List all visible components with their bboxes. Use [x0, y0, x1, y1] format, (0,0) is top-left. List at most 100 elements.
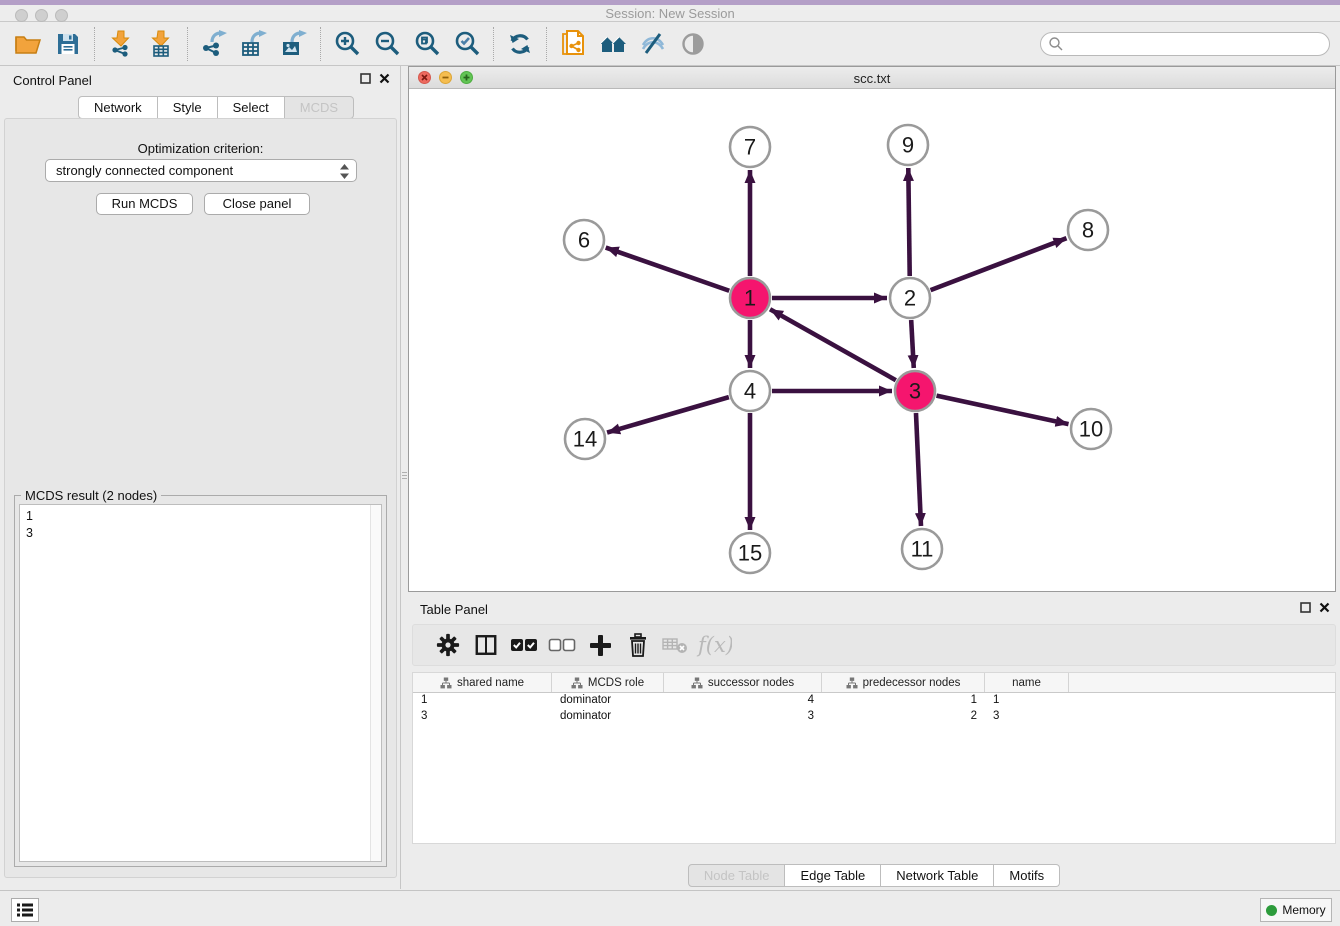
table-header-row: shared nameMCDS rolesuccessor nodesprede…: [413, 673, 1335, 693]
function-icon[interactable]: f(x): [695, 628, 733, 662]
table-cell[interactable]: 1: [985, 693, 1069, 709]
tab-mcds[interactable]: MCDS: [285, 96, 354, 119]
table-cell[interactable]: 3: [664, 709, 822, 725]
export-table-icon[interactable]: [234, 26, 274, 62]
column-header-successor-nodes[interactable]: successor nodes: [664, 673, 822, 692]
tab-select[interactable]: Select: [218, 96, 285, 119]
graph-edge-3-10[interactable]: [937, 396, 1069, 425]
memory-button[interactable]: Memory: [1260, 898, 1332, 922]
zoom-in-icon[interactable]: [327, 26, 367, 62]
float-panel-icon[interactable]: [1300, 602, 1311, 613]
control-panel-title: Control Panel: [13, 73, 92, 88]
table-cell[interactable]: 2: [822, 709, 985, 725]
graph-edge-2-9[interactable]: [908, 168, 909, 276]
toolbar-separator: [94, 27, 95, 61]
table-cell[interactable]: dominator: [552, 693, 664, 709]
graph-node-8[interactable]: 8: [1068, 210, 1108, 250]
trash-icon[interactable]: [619, 628, 657, 662]
graph-node-3[interactable]: 3: [895, 371, 935, 411]
graph-node-2[interactable]: 2: [890, 278, 930, 318]
toolbar-separator: [187, 27, 188, 61]
table-cell[interactable]: dominator: [552, 709, 664, 725]
graph-node-10[interactable]: 10: [1071, 409, 1111, 449]
float-panel-icon[interactable]: [360, 73, 371, 84]
tab-network-table[interactable]: Network Table: [881, 864, 994, 887]
close-panel-button[interactable]: Close panel: [204, 193, 310, 215]
task-list-button[interactable]: [11, 898, 39, 922]
splitter-handle[interactable]: [401, 462, 408, 488]
table-cell[interactable]: 3: [985, 709, 1069, 725]
deselect-all-icon[interactable]: [543, 628, 581, 662]
graph-node-1[interactable]: 1: [730, 278, 770, 318]
save-icon[interactable]: [48, 26, 88, 62]
table-row[interactable]: 3dominator323: [413, 709, 1335, 725]
tab-edge-table[interactable]: Edge Table: [785, 864, 881, 887]
export-network-icon[interactable]: [194, 26, 234, 62]
run-mcds-button[interactable]: Run MCDS: [96, 193, 193, 215]
toolbar-separator: [493, 27, 494, 61]
column-header-shared-name[interactable]: shared name: [413, 673, 552, 692]
show-panel-icon[interactable]: [673, 26, 713, 62]
mcds-result-text[interactable]: 1 3: [19, 504, 382, 862]
control-panel-tabs: NetworkStyleSelectMCDS: [78, 96, 354, 119]
zoom-fit-icon[interactable]: [407, 26, 447, 62]
attribute-icon: [571, 677, 583, 689]
column-header-predecessor-nodes[interactable]: predecessor nodes: [822, 673, 985, 692]
refresh-icon[interactable]: [500, 26, 540, 62]
zoom-selected-icon[interactable]: [447, 26, 487, 62]
export-image-icon[interactable]: [274, 26, 314, 62]
graph-node-label: 15: [738, 541, 762, 566]
graph-node-14[interactable]: 14: [565, 419, 605, 459]
hide-panel-icon[interactable]: [633, 26, 673, 62]
graph-edge-2-3[interactable]: [911, 320, 914, 368]
tab-node-table[interactable]: Node Table: [688, 864, 786, 887]
mcds-result-group: MCDS result (2 nodes) 1 3: [14, 495, 387, 867]
table-cell[interactable]: 4: [664, 693, 822, 709]
graph-edge-3-1[interactable]: [770, 309, 896, 380]
network-canvas[interactable]: 7 9 6 8 1 2 4 3 14 10 15 11: [409, 90, 1335, 591]
table-cell[interactable]: 1: [822, 693, 985, 709]
dropdown-spinner-icon: [340, 164, 349, 179]
graph-node-4[interactable]: 4: [730, 371, 770, 411]
new-network-file-icon[interactable]: [553, 26, 593, 62]
graph-edge-4-14[interactable]: [607, 397, 729, 432]
table-toolbar: f(x): [412, 624, 1336, 666]
table-cell[interactable]: 1: [413, 693, 552, 709]
network-window-titlebar[interactable]: scc.txt: [409, 67, 1335, 89]
main-toolbar: [0, 22, 1340, 66]
import-table-icon[interactable]: [141, 26, 181, 62]
graph-node-7[interactable]: 7: [730, 127, 770, 167]
open-folder-icon[interactable]: [8, 26, 48, 62]
mcds-result-title: MCDS result (2 nodes): [21, 488, 161, 503]
home-icon[interactable]: [593, 26, 633, 62]
tab-style[interactable]: Style: [158, 96, 218, 119]
select-all-icon[interactable]: [505, 628, 543, 662]
network-graph[interactable]: 7 9 6 8 1 2 4 3 14 10 15 11: [409, 90, 1335, 591]
tab-network[interactable]: Network: [78, 96, 158, 119]
zoom-out-icon[interactable]: [367, 26, 407, 62]
columns-icon[interactable]: [467, 628, 505, 662]
node-table[interactable]: shared nameMCDS rolesuccessor nodesprede…: [412, 672, 1336, 844]
column-header-mcds-role[interactable]: MCDS role: [552, 673, 664, 692]
graph-node-9[interactable]: 9: [888, 125, 928, 165]
graph-node-11[interactable]: 11: [902, 529, 942, 569]
close-panel-icon[interactable]: [1319, 602, 1330, 613]
column-header-name[interactable]: name: [985, 673, 1069, 692]
search-input[interactable]: [1064, 35, 1329, 53]
gear-icon[interactable]: [429, 628, 467, 662]
add-icon[interactable]: [581, 628, 619, 662]
result-scrollbar[interactable]: [370, 505, 381, 861]
criterion-dropdown[interactable]: strongly connected component: [45, 159, 357, 182]
graph-edge-3-11[interactable]: [916, 413, 921, 526]
import-network-icon[interactable]: [101, 26, 141, 62]
tab-motifs[interactable]: Motifs: [994, 864, 1060, 887]
table-cell[interactable]: 3: [413, 709, 552, 725]
graph-edge-2-8[interactable]: [931, 238, 1067, 290]
close-panel-icon[interactable]: [379, 73, 390, 84]
graph-edge-1-6[interactable]: [606, 248, 730, 291]
table-row[interactable]: 1dominator411: [413, 693, 1335, 709]
graph-node-15[interactable]: 15: [730, 533, 770, 573]
graph-node-6[interactable]: 6: [564, 220, 604, 260]
search-box[interactable]: [1040, 32, 1330, 56]
delete-table-icon[interactable]: [657, 628, 695, 662]
